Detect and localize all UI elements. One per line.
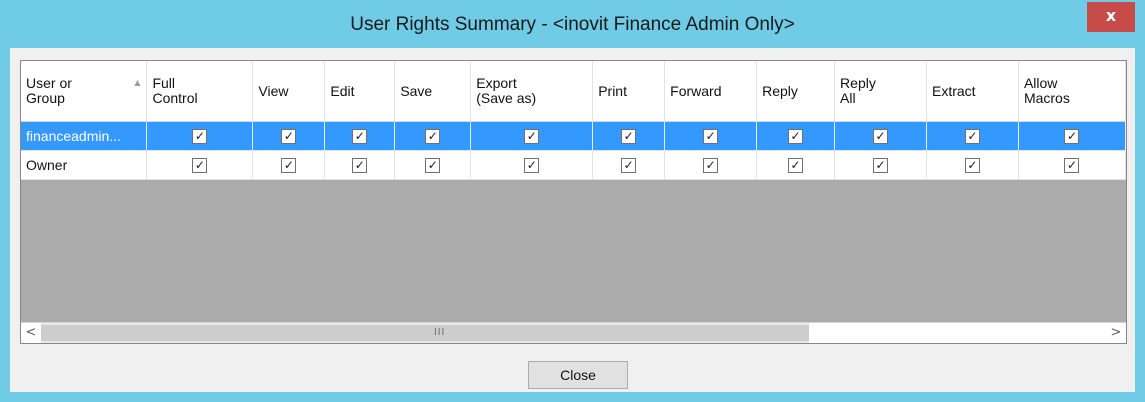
column-header-save[interactable]: Save bbox=[394, 61, 472, 122]
column-header-label: User or Group bbox=[26, 75, 72, 106]
right-cell: ✓ bbox=[252, 150, 326, 180]
right-cell: ✓ bbox=[324, 150, 396, 180]
right-cell: ✓ bbox=[1018, 150, 1126, 180]
scroll-right-button[interactable]: > bbox=[1106, 323, 1126, 343]
column-header-export[interactable]: Export (Save as) bbox=[470, 61, 594, 122]
right-cell: ✓ bbox=[146, 121, 254, 151]
checkbox[interactable]: ✓ bbox=[425, 129, 441, 145]
checkbox[interactable]: ✓ bbox=[352, 129, 368, 145]
title-bar: User Rights Summary - <inovit Finance Ad… bbox=[2, 2, 1143, 48]
horizontal-scrollbar[interactable]: < III > bbox=[21, 322, 1126, 343]
checkbox[interactable]: ✓ bbox=[873, 158, 889, 174]
checkbox[interactable]: ✓ bbox=[425, 158, 441, 174]
rights-table: User or Group ▲ Full Control View Edit S… bbox=[21, 61, 1126, 180]
right-cell: ✓ bbox=[592, 121, 666, 151]
right-cell: ✓ bbox=[146, 150, 254, 180]
right-cell: ✓ bbox=[664, 121, 758, 151]
user-cell[interactable]: financeadmin... bbox=[21, 121, 148, 151]
checkbox[interactable]: ✓ bbox=[873, 129, 889, 145]
column-header-edit[interactable]: Edit bbox=[324, 61, 396, 122]
checkbox[interactable]: ✓ bbox=[703, 129, 719, 145]
checkbox[interactable]: ✓ bbox=[1064, 129, 1080, 145]
right-cell: ✓ bbox=[324, 121, 396, 151]
column-header-full-control[interactable]: Full Control bbox=[146, 61, 254, 122]
column-header-reply-all[interactable]: Reply All bbox=[834, 61, 927, 122]
scroll-left-button[interactable]: < bbox=[21, 323, 41, 343]
checkbox[interactable]: ✓ bbox=[621, 158, 637, 174]
grid-body: financeadmin... ✓ ✓ ✓ ✓ ✓ ✓ ✓ ✓ ✓ ✓ ✓ Owner ✓ ✓ ✓ ✓ ✓ ✓ ✓ ✓ ✓… bbox=[21, 121, 1126, 180]
right-cell: ✓ bbox=[470, 150, 594, 180]
dialog-body: User or Group ▲ Full Control View Edit S… bbox=[10, 48, 1135, 392]
right-cell: ✓ bbox=[394, 150, 472, 180]
header-row: User or Group ▲ Full Control View Edit S… bbox=[21, 61, 1126, 122]
right-cell: ✓ bbox=[664, 150, 758, 180]
right-cell: ✓ bbox=[834, 121, 927, 151]
column-header-print[interactable]: Print bbox=[592, 61, 666, 122]
checkbox[interactable]: ✓ bbox=[192, 129, 208, 145]
checkbox[interactable]: ✓ bbox=[964, 158, 980, 174]
table-row[interactable]: Owner ✓ ✓ ✓ ✓ ✓ ✓ ✓ ✓ ✓ ✓ ✓ bbox=[21, 150, 1126, 180]
checkbox[interactable]: ✓ bbox=[192, 158, 208, 174]
column-header-extract[interactable]: Extract bbox=[926, 61, 1019, 122]
checkbox[interactable]: ✓ bbox=[621, 129, 637, 145]
checkbox[interactable]: ✓ bbox=[524, 158, 540, 174]
window-title: User Rights Summary - <inovit Finance Ad… bbox=[350, 14, 795, 35]
right-cell: ✓ bbox=[470, 121, 594, 151]
checkbox[interactable]: ✓ bbox=[788, 158, 804, 174]
checkbox[interactable]: ✓ bbox=[788, 129, 804, 145]
close-button[interactable]: Close bbox=[528, 361, 628, 389]
right-cell: ✓ bbox=[1018, 121, 1126, 151]
checkbox[interactable]: ✓ bbox=[524, 129, 540, 145]
column-header-view[interactable]: View bbox=[252, 61, 326, 122]
checkbox[interactable]: ✓ bbox=[281, 158, 297, 174]
column-header-user[interactable]: User or Group ▲ bbox=[21, 61, 148, 122]
scroll-grip-icon: III bbox=[434, 327, 446, 338]
column-header-reply[interactable]: Reply bbox=[756, 61, 836, 122]
right-cell: ✓ bbox=[394, 121, 472, 151]
close-window-button[interactable]: x bbox=[1087, 2, 1135, 32]
checkbox[interactable]: ✓ bbox=[352, 158, 368, 174]
checkbox[interactable]: ✓ bbox=[281, 129, 297, 145]
rights-grid: User or Group ▲ Full Control View Edit S… bbox=[20, 60, 1127, 344]
user-cell[interactable]: Owner bbox=[21, 150, 148, 180]
dialog-window: User Rights Summary - <inovit Finance Ad… bbox=[0, 0, 1145, 402]
right-cell: ✓ bbox=[252, 121, 326, 151]
table-row[interactable]: financeadmin... ✓ ✓ ✓ ✓ ✓ ✓ ✓ ✓ ✓ ✓ ✓ bbox=[21, 121, 1126, 151]
checkbox[interactable]: ✓ bbox=[1064, 158, 1080, 174]
checkbox[interactable]: ✓ bbox=[703, 158, 719, 174]
right-cell: ✓ bbox=[756, 121, 836, 151]
right-cell: ✓ bbox=[926, 121, 1019, 151]
right-cell: ✓ bbox=[756, 150, 836, 180]
checkbox[interactable]: ✓ bbox=[964, 129, 980, 145]
right-cell: ✓ bbox=[592, 150, 666, 180]
scroll-thumb[interactable]: III bbox=[41, 325, 809, 341]
right-cell: ✓ bbox=[834, 150, 927, 180]
sort-ascending-icon: ▲ bbox=[134, 78, 141, 87]
column-header-allow-macros[interactable]: Allow Macros bbox=[1018, 61, 1126, 122]
column-header-forward[interactable]: Forward bbox=[664, 61, 758, 122]
right-cell: ✓ bbox=[926, 150, 1019, 180]
